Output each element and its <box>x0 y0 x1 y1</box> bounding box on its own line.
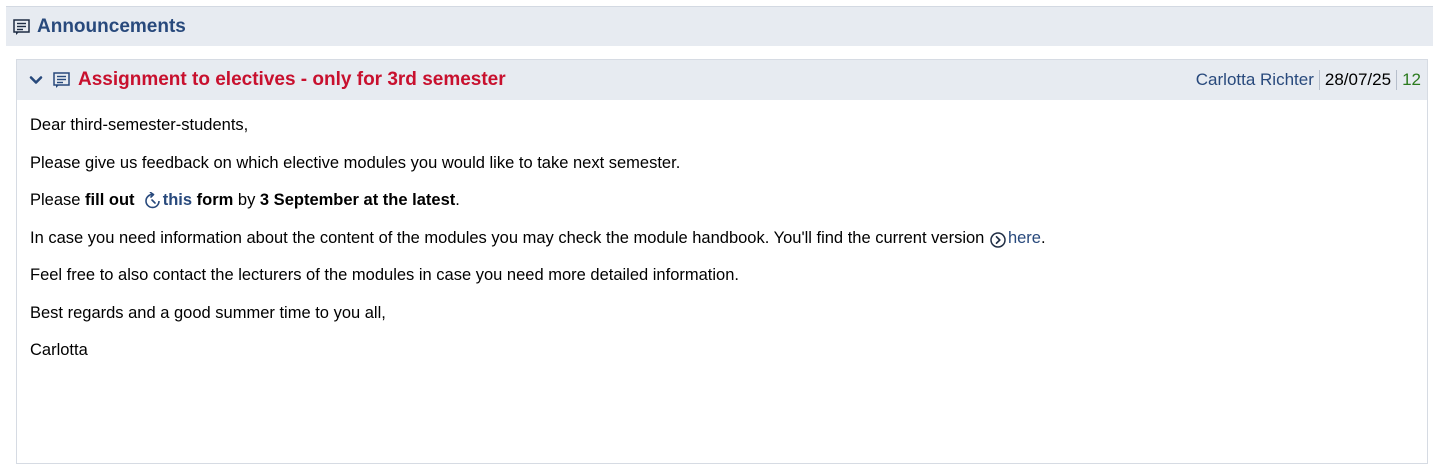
section-title: Announcements <box>37 15 186 37</box>
external-link-icon[interactable] <box>144 191 162 210</box>
announcement-header: Assignment to electives - only for 3rd s… <box>17 60 1427 100</box>
form-text: form <box>196 191 234 209</box>
handbook-link[interactable]: here <box>1008 229 1041 247</box>
author-link[interactable]: Carlotta Richter <box>1196 70 1320 90</box>
announcement-panel: Assignment to electives - only for 3rd s… <box>16 59 1428 464</box>
greeting-text: Dear third-semester-students, <box>30 116 249 134</box>
announcements-section-header: Announcements <box>6 6 1433 46</box>
closing-text: Best regards and a good summer time to y… <box>30 303 386 322</box>
view-count: 12 <box>1402 70 1421 89</box>
body-line-1: Please give us feedback on which electiv… <box>30 153 681 172</box>
chevron-down-icon[interactable] <box>29 73 43 87</box>
line2-suffix: . <box>455 191 460 209</box>
line2-prefix: Please <box>30 191 86 209</box>
fill-out-text: fill out <box>85 191 135 209</box>
announcement-icon <box>13 18 31 35</box>
signature-text: Carlotta <box>30 341 88 359</box>
form-link[interactable]: this <box>163 191 192 209</box>
chevron-right-circle-icon[interactable] <box>989 230 1007 248</box>
line2-by: by <box>233 191 260 209</box>
line3-suffix: . <box>1040 228 1046 247</box>
deadline-text: 3 September at the latest <box>259 191 456 209</box>
announcement-body: Dear third-semester-students, Please giv… <box>17 100 1427 361</box>
announcement-title[interactable]: Assignment to electives - only for 3rd s… <box>78 69 506 91</box>
body-line-2: Please fill out this form by 3 September… <box>30 189 1427 211</box>
line3-text: In case you need information about the c… <box>30 228 985 247</box>
body-line-3: In case you need information about the c… <box>30 227 1427 249</box>
announcement-date: 28/07/25 <box>1320 70 1398 90</box>
body-line-4: Feel free to also contact the lecturers … <box>30 266 739 284</box>
announcement-icon <box>53 72 71 88</box>
announcement-meta: Carlotta Richter 28/07/25 12 <box>1196 60 1421 100</box>
